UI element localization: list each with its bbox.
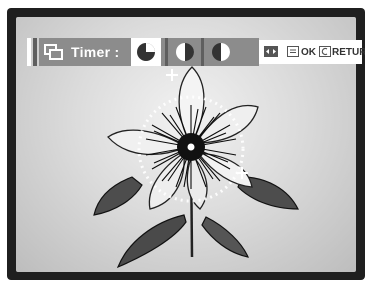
leaf-left-upper: [93, 176, 143, 216]
osd-accent-dark: [33, 38, 37, 66]
tv-frame: Timer : OK RETUR: [0, 0, 373, 289]
pie-clock-icon: [137, 43, 155, 61]
osd-divider: [165, 38, 168, 66]
sparkle-icon: [236, 167, 248, 179]
leaf-left-lower: [116, 214, 187, 269]
timer-option-slow[interactable]: [131, 38, 161, 66]
screen-bezel: Timer : OK RETUR: [7, 8, 365, 280]
timer-option-fast[interactable]: [207, 38, 235, 66]
enter-icon: [287, 46, 299, 57]
petal-top-right: [194, 104, 259, 144]
pie-clock-icon: [212, 43, 230, 61]
timer-osd-bar: Timer : OK RETUR: [27, 38, 365, 66]
timer-label: Timer :: [71, 44, 120, 60]
return-hint: RETURN: [332, 47, 365, 58]
sparkle-icon: [166, 69, 178, 81]
petal-left: [107, 129, 188, 156]
return-icon: [319, 46, 331, 57]
stamen-center: [186, 142, 196, 152]
left-right-arrow-icon: [264, 46, 278, 57]
slideshow-icon: [44, 44, 63, 60]
osd-accent-white: [27, 38, 31, 66]
ok-hint: OK: [301, 47, 316, 58]
osd-divider: [201, 38, 204, 66]
pie-clock-icon: [176, 43, 194, 61]
timer-option-normal[interactable]: [171, 38, 199, 66]
leaf-right-lower: [201, 216, 250, 258]
